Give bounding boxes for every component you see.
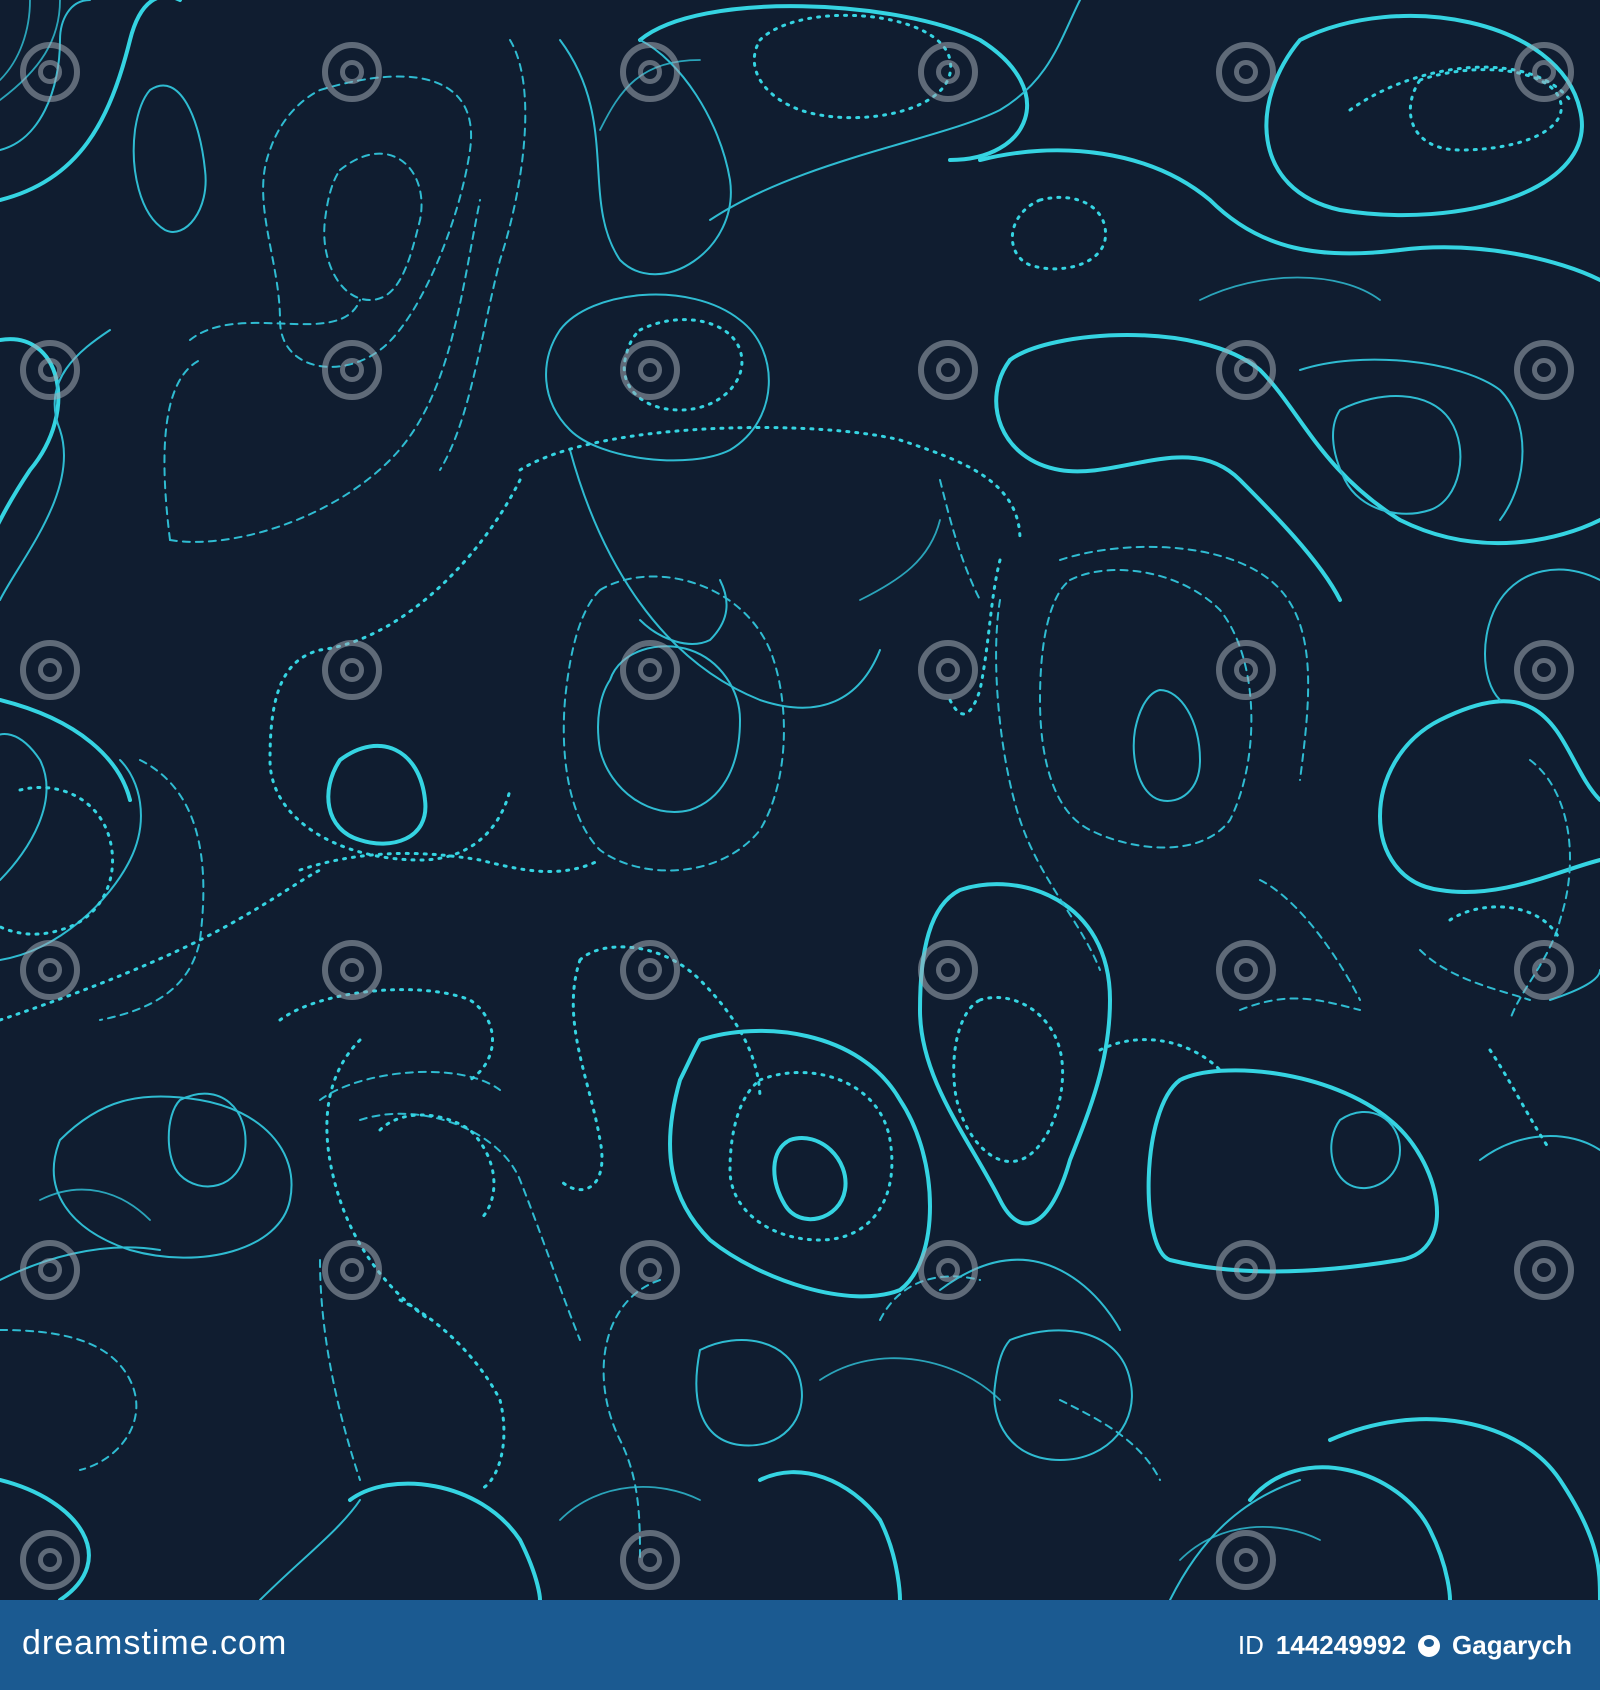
dreamstime-spiral-icon [1514,1240,1574,1300]
dreamstime-spiral-icon [20,640,80,700]
dreamstime-spiral-icon [322,42,382,102]
dreamstime-spiral-icon [1514,340,1574,400]
dreamstime-spiral-icon [1216,940,1276,1000]
stock-image: dreamstime.com ID 144249992 Gagarych [0,0,1600,1690]
dreamstime-spiral-icon [322,640,382,700]
dreamstime-spiral-icon [20,1530,80,1590]
image-id: 144249992 [1275,1630,1407,1660]
dreamstime-spiral-icon [1216,1240,1276,1300]
dreamstime-spiral-icon [1216,340,1276,400]
dreamstime-spiral-icon [20,940,80,1000]
dreamstime-spiral-icon [918,640,978,700]
dreamstime-spiral-icon [1514,42,1574,102]
brand-name: dreamstime.com [22,1624,288,1662]
id-label: ID [1237,1630,1264,1660]
dreamstime-spiral-icon [20,340,80,400]
dreamstime-spiral-icon [620,1240,680,1300]
copyright-icon [1418,1634,1441,1657]
watermark-footer-bar: dreamstime.com ID 144249992 Gagarych [0,1600,1600,1690]
dreamstime-spiral-icon [918,42,978,102]
dreamstime-spiral-icon [1216,1530,1276,1590]
dreamstime-spiral-icon [620,42,680,102]
dreamstime-spiral-icon [918,940,978,1000]
dreamstime-spiral-icon [620,1530,680,1590]
dreamstime-spiral-icon [1514,640,1574,700]
dreamstime-spiral-icon [620,940,680,1000]
dreamstime-spiral-icon [1216,640,1276,700]
author-name: Gagarych [1452,1630,1572,1660]
contour-lines [0,0,1600,1600]
dreamstime-spiral-icon [20,1240,80,1300]
dreamstime-spiral-icon [918,340,978,400]
dreamstime-spiral-icon [20,42,80,102]
dreamstime-spiral-icon [1216,42,1276,102]
dreamstime-spiral-icon [322,340,382,400]
topographic-contour-pattern [0,0,1600,1600]
dreamstime-spiral-icon [1514,940,1574,1000]
dreamstime-spiral-icon [620,640,680,700]
dreamstime-spiral-icon [322,940,382,1000]
dreamstime-spiral-icon [322,1240,382,1300]
dreamstime-spiral-icon [918,1240,978,1300]
image-meta: ID 144249992 Gagarych [1238,1630,1572,1661]
dreamstime-spiral-icon [620,340,680,400]
